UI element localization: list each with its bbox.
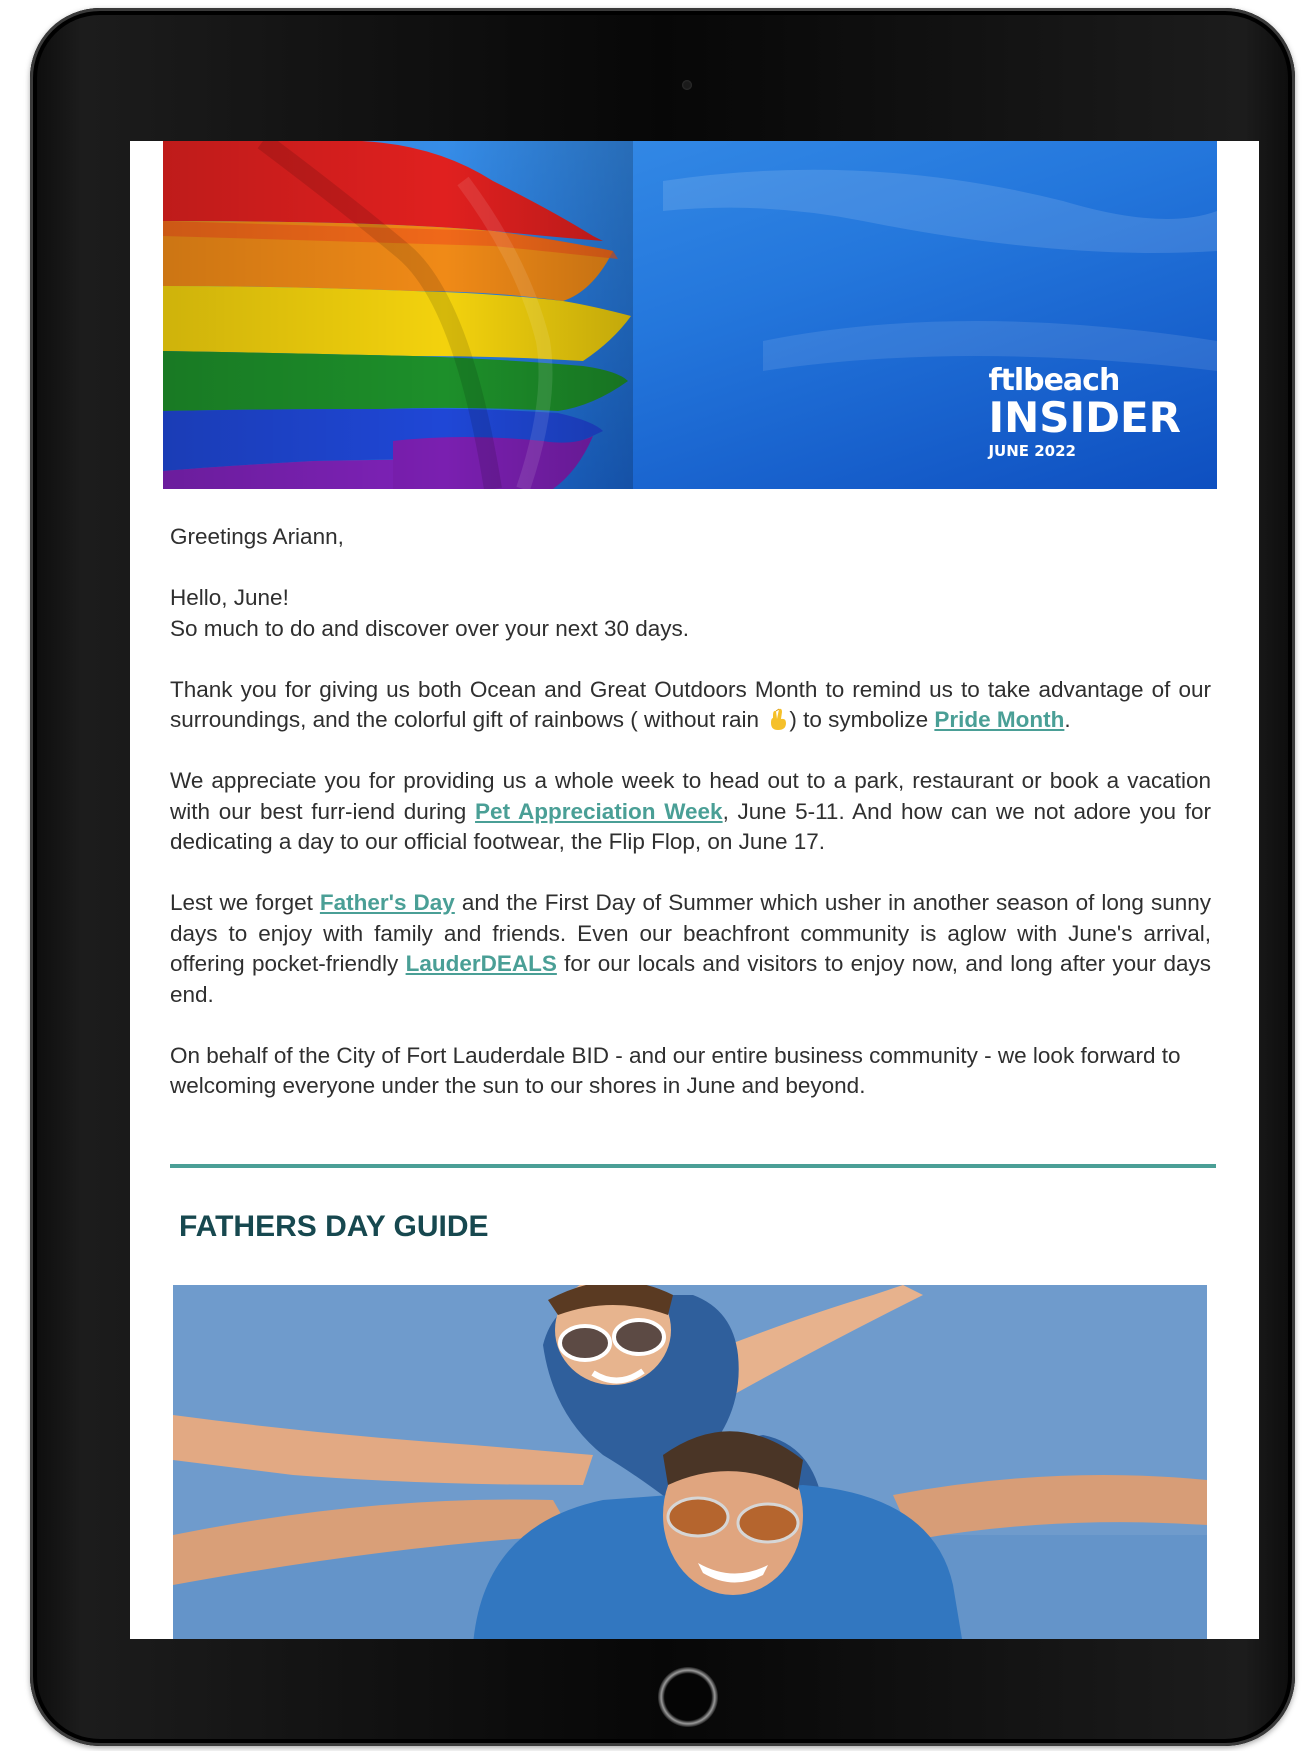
intro-line-1: Hello, June! [170,585,289,610]
brand-logo-main: INSIDER [988,393,1181,442]
closing-paragraph: On behalf of the City of Fort Lauderdale… [170,1042,1181,1099]
pride-paragraph: Thank you for giving us both Ocean and G… [170,676,1211,733]
greeting: Greetings Ariann, [170,524,344,549]
issue-date: JUNE 2022 [988,442,1076,460]
brand-logo: ftlbeach INSIDER JUNE 2022 [988,365,1181,461]
email-screen: ftlbeach INSIDER JUNE 2022 Greetings Ari… [130,141,1259,1639]
pride-month-link[interactable]: Pride Month [934,707,1064,732]
intro-paragraph: Hello, June! So much to do and discover … [170,583,1211,644]
section-divider [170,1164,1216,1168]
fathers-day-paragraph: Lest we forget Father's Day and the Firs… [170,890,1211,1007]
home-button[interactable] [658,1667,718,1727]
intro-line-2: So much to do and discover over your nex… [170,615,690,641]
father-son-image [173,1285,1207,1639]
lauderdeals-link[interactable]: LauderDEALS [406,951,557,976]
camera-icon [682,80,692,90]
pet-paragraph: We appreciate you for providing us a who… [170,768,1211,854]
fathers-day-link[interactable]: Father's Day [320,890,455,915]
crossed-fingers-emoji-icon [771,708,787,730]
tablet-frame: ftlbeach INSIDER JUNE 2022 Greetings Ari… [30,8,1295,1746]
hero-banner: ftlbeach INSIDER JUNE 2022 [163,141,1217,489]
fathers-day-photo[interactable] [173,1285,1207,1639]
fathers-day-guide-heading: FATHERS DAY GUIDE [179,1210,489,1243]
email-body: Greetings Ariann, Hello, June! So much t… [170,522,1211,1132]
pet-appreciation-week-link[interactable]: Pet Appreciation Week [475,799,723,824]
